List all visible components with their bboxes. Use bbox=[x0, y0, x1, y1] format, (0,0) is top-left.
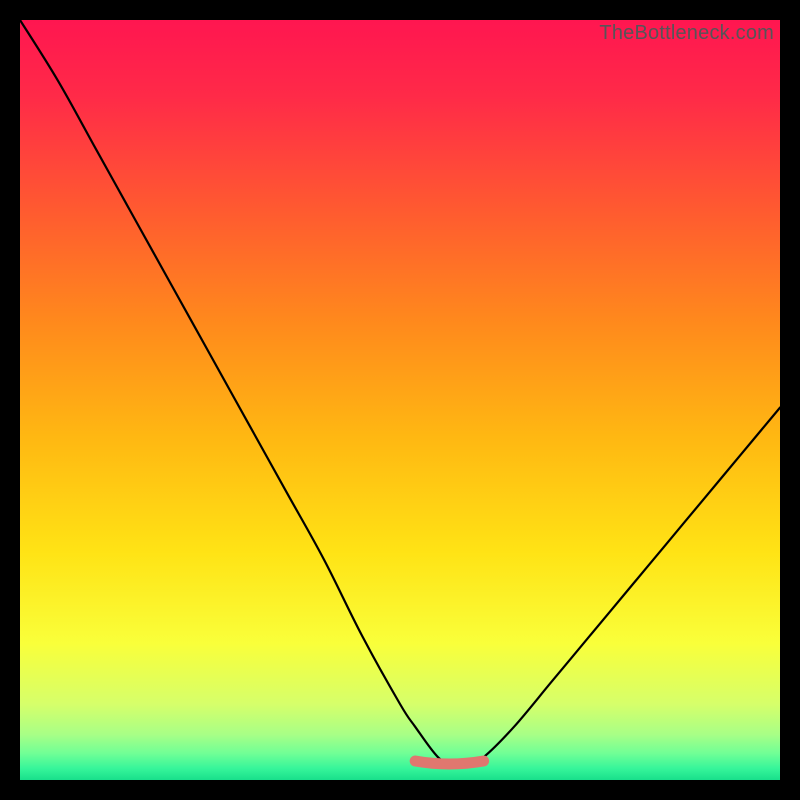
chart-frame: TheBottleneck.com bbox=[0, 0, 800, 800]
bottleneck-curve bbox=[20, 20, 780, 780]
watermark-text: TheBottleneck.com bbox=[599, 22, 774, 45]
plot-area: TheBottleneck.com bbox=[20, 20, 780, 780]
